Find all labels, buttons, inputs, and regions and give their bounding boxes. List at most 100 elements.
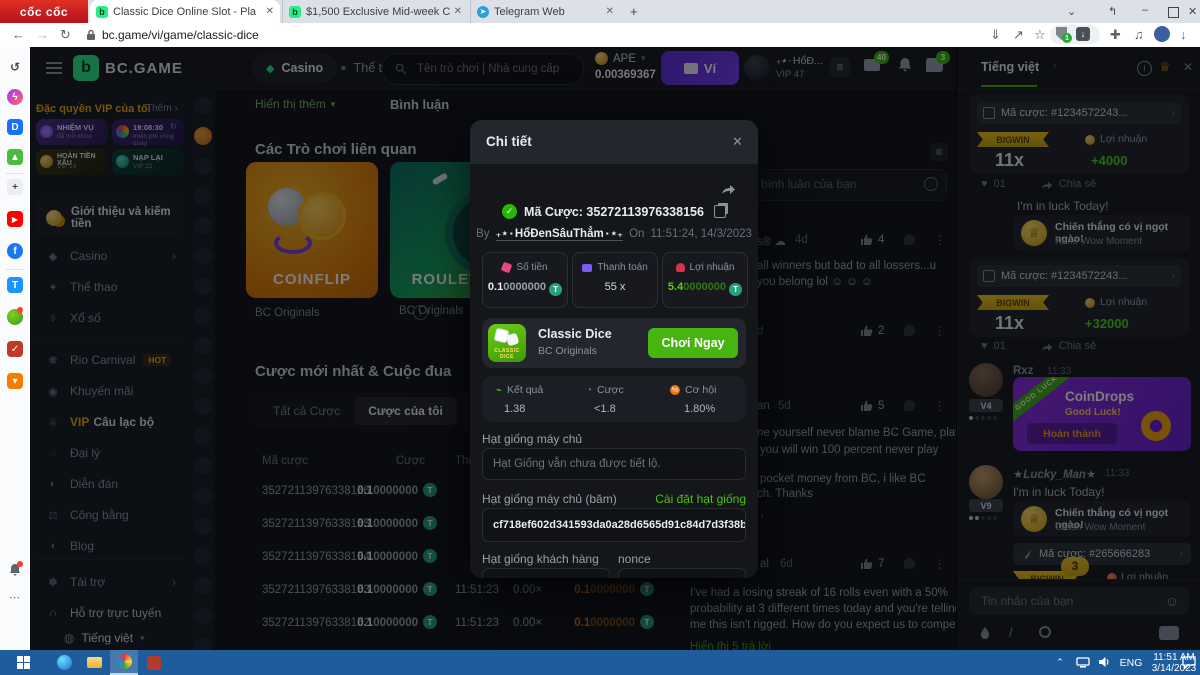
task-check-icon[interactable]: ✓ <box>7 341 23 357</box>
youtube-icon[interactable]: ▶ <box>7 211 23 227</box>
stat-label: Thanh toán <box>597 262 648 273</box>
tab-close-icon[interactable]: ✕ <box>266 6 274 17</box>
profit-icon <box>676 263 685 272</box>
stat-label: Lợi nhuận <box>690 262 735 273</box>
dice-icon <box>501 262 513 274</box>
more-icon[interactable]: ⋯ <box>9 591 20 604</box>
stat-profit: Lợi nhuận 5.40000000 T <box>662 252 748 308</box>
address-bar: ← → ↻ bc.game/vi/game/classic-dice ⇓ ↗ ☆… <box>0 23 1200 48</box>
tab-title: Classic Dice Online Slot - Pla <box>113 6 262 18</box>
modal-title: Chi tiết <box>486 134 532 149</box>
language-code: ENG <box>1120 657 1143 669</box>
bet-author-row: By ₊٠٭HổĐenSâuThẳm٭٠₊ On 11:51:24, 14/3/… <box>470 226 758 241</box>
adblock-badge: 1 <box>1062 33 1072 43</box>
maximize-button[interactable] <box>1168 7 1179 18</box>
server-seed-label: Hạt giống máy chủ <box>482 432 582 446</box>
result-value: 1.80% <box>684 403 715 415</box>
nonce-label: nonce <box>618 552 651 566</box>
back-icon[interactable]: ← <box>12 27 25 42</box>
keyboard-language[interactable]: ENG <box>1116 650 1146 675</box>
edge-icon[interactable] <box>50 650 78 675</box>
by-label: By <box>476 228 489 240</box>
tab-telegram[interactable]: ➤ Telegram Web ✕ <box>470 0 620 23</box>
close-window-button[interactable]: ✕ <box>1188 5 1197 18</box>
wallet-icon <box>582 264 592 272</box>
usdt-coin-icon: T <box>729 283 742 296</box>
coccoc-logo-label: cốc cốc <box>20 5 68 19</box>
start-button[interactable] <box>0 650 46 675</box>
server-seed-field[interactable]: Hạt Giống vẫn chưa được tiết lộ. <box>482 448 746 480</box>
media-icon[interactable]: ♫ <box>1134 27 1144 42</box>
game-center-icon[interactable]: ▲ <box>7 149 23 165</box>
coccoc-logo[interactable]: cốc cốc <box>0 0 88 23</box>
tab-search-icon[interactable]: ⌄ <box>1067 5 1076 18</box>
new-tab-button[interactable]: + <box>630 4 638 19</box>
tab-classic-dice[interactable]: b Classic Dice Online Slot - Pla ✕ <box>90 0 280 23</box>
play-now-button[interactable]: Chơi Ngay <box>648 328 738 358</box>
chance-icon: % <box>670 385 680 395</box>
lock-icon <box>86 29 96 41</box>
stat-value-trail: 0000000 <box>683 281 726 293</box>
download-manager-icon[interactable]: ↓ <box>1076 27 1090 41</box>
tiki-icon[interactable]: T <box>7 277 23 293</box>
bet-author[interactable]: ₊٠٭HổĐenSâuThẳm٭٠₊ <box>496 226 624 241</box>
nonce-field[interactable] <box>618 568 746 578</box>
add-shortcut-icon[interactable]: + <box>7 179 23 195</box>
stat-label: Số tiền <box>516 262 547 273</box>
rail-divider <box>6 173 24 174</box>
bet-datetime: 11:51:24, 14/3/2023 <box>650 228 751 240</box>
profile-avatar[interactable] <box>1154 26 1170 42</box>
copy-icon[interactable] <box>714 205 726 218</box>
notification-dot <box>17 307 23 313</box>
die <box>506 333 520 347</box>
forward-icon[interactable]: → <box>36 27 49 42</box>
stat-value: 5.4 <box>668 281 683 293</box>
tab-close-icon[interactable]: ✕ <box>606 6 614 17</box>
server-seed-hash-field[interactable]: cf718ef602d341593da0a28d6565d91c84d7d3f3… <box>482 508 746 542</box>
reload-icon[interactable]: ↻ <box>60 27 71 43</box>
speaker-icon[interactable] <box>1098 656 1111 668</box>
modal-header: Chi tiết ✕ <box>470 120 758 164</box>
download-arrow-icon[interactable]: ↓ <box>1180 27 1187 42</box>
tray-expand-icon[interactable]: ⌃ <box>1052 650 1068 675</box>
result-icon: ⌁ <box>496 385 502 396</box>
coccoc-side-rail: ↺ ϟ D ▲ + ▶ f T ✓ ▾ ⋯ <box>0 47 31 650</box>
minimize-button[interactable]: – <box>1142 4 1148 16</box>
share-bet-icon[interactable] <box>720 182 736 195</box>
game-row: CLASSIC DICE Classic Dice BC Originals C… <box>482 318 746 368</box>
action-center-icon[interactable] <box>1182 656 1196 669</box>
coccoc-taskbar-icon[interactable] <box>110 650 138 675</box>
save-to-device-icon[interactable]: ⇓ <box>990 27 1001 43</box>
stat-value: 0.1 <box>488 281 503 293</box>
bookmark-star-icon[interactable]: ☆ <box>1034 27 1046 43</box>
game-provider: BC Originals <box>538 345 597 357</box>
extensions-icon[interactable]: ✚ <box>1110 27 1121 43</box>
result-label: Kết quả <box>507 384 543 396</box>
url-text[interactable]: bc.game/vi/game/classic-dice <box>102 28 259 42</box>
result-label: Cơ hội <box>685 384 716 396</box>
tab-promo[interactable]: b $1,500 Exclusive Mid-week C ✕ <box>282 0 468 23</box>
messenger-icon[interactable]: ϟ <box>7 89 23 105</box>
network-icon[interactable] <box>1076 657 1090 668</box>
bet-id-value: Mã Cược: 35272113976338156 <box>524 205 704 219</box>
client-seed-field[interactable] <box>482 568 610 578</box>
classic-dice-icon: CLASSIC DICE <box>488 324 526 362</box>
file-explorer-icon[interactable] <box>80 650 108 675</box>
browser-tabstrip: cốc cốc b Classic Dice Online Slot - Pla… <box>0 0 1200 23</box>
bet-id-row: ✓ Mã Cược: 35272113976338156 <box>470 204 758 219</box>
dola-icon[interactable]: D <box>7 119 23 135</box>
tab-title: $1,500 Exclusive Mid-week C <box>306 6 450 18</box>
facebook-icon[interactable]: f <box>7 243 23 259</box>
share-icon[interactable]: ↗ <box>1013 27 1024 43</box>
result-value: 1.38 <box>504 403 525 415</box>
set-seed-link[interactable]: Cài đặt hạt giống <box>655 492 746 506</box>
tab-close-icon[interactable]: ✕ <box>454 6 462 17</box>
history-icon[interactable]: ↺ <box>7 59 23 75</box>
close-modal-icon[interactable]: ✕ <box>732 134 743 150</box>
cart-icon[interactable]: ▾ <box>7 373 23 389</box>
stat-payout: Thanh toán 55 x <box>572 252 658 308</box>
app-icon-red[interactable] <box>140 650 168 675</box>
result-value: <1.8 <box>594 403 616 415</box>
on-label: On <box>629 228 644 240</box>
send-to-device-icon[interactable]: ↰ <box>1108 5 1117 18</box>
